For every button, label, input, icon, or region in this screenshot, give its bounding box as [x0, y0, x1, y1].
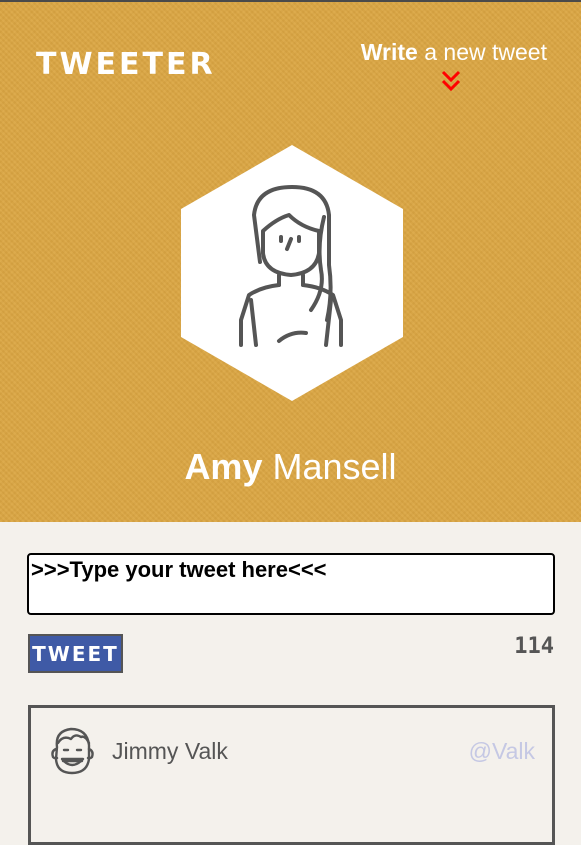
tweet-author-handle: @Valk	[468, 738, 535, 764]
tweet-author-name: Jimmy Valk	[112, 738, 228, 764]
tweet-card: Jimmy Valk @Valk	[28, 705, 555, 845]
smiling-man-avatar-icon	[51, 727, 94, 775]
profile-last-name: Mansell	[272, 446, 397, 487]
brand-logo: TWEETER	[36, 47, 216, 82]
profile-avatar	[181, 145, 403, 401]
profile-first-name: Amy	[184, 446, 263, 487]
tweet-textarea[interactable]	[27, 553, 555, 615]
write-label-bold: Write	[360, 39, 418, 65]
tweet-button[interactable]: TWEET	[28, 634, 123, 673]
write-label-rest: a new tweet	[417, 39, 547, 65]
write-new-tweet-link[interactable]: Write a new tweet	[361, 38, 547, 66]
char-counter: 114	[514, 634, 554, 659]
profile-header: TWEETER Write a new tweet Amy Mansell	[0, 2, 581, 522]
double-chevron-down-icon[interactable]	[441, 70, 461, 92]
profile-name: Amy Mansell	[0, 446, 581, 488]
